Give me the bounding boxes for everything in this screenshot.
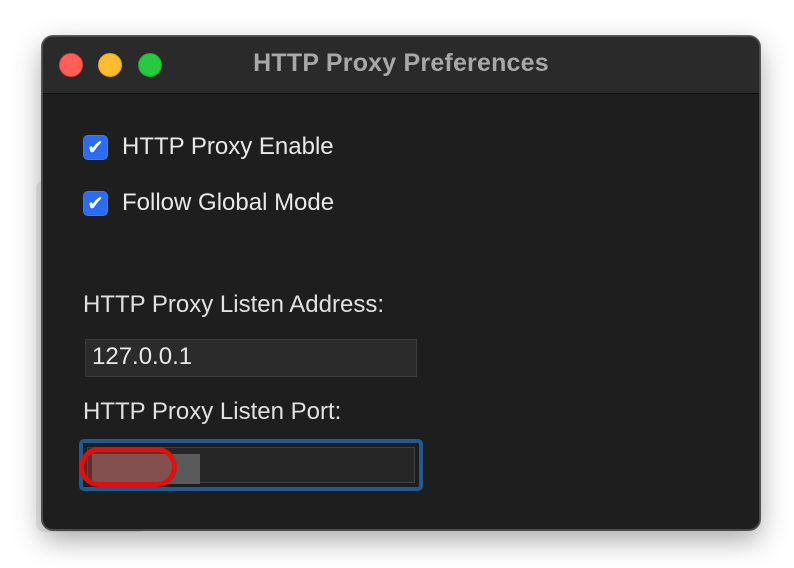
checkmark-icon: ✔ <box>87 191 104 215</box>
listen-address-field[interactable]: 127.0.0.1 <box>85 339 417 377</box>
follow-global-mode-label[interactable]: Follow Global Mode <box>122 189 334 217</box>
preferences-window: HTTP Proxy Preferences ✔ HTTP Proxy Enab… <box>42 36 760 530</box>
http-proxy-enable-checkbox[interactable]: ✔ <box>83 134 108 160</box>
follow-global-mode-checkbox[interactable]: ✔ <box>83 190 108 216</box>
listen-address-label: HTTP Proxy Listen Address: <box>83 291 385 318</box>
listen-port-label: HTTP Proxy Listen Port: <box>83 398 342 425</box>
window-title: HTTP Proxy Preferences <box>253 49 549 77</box>
checkmark-icon: ✔ <box>87 135 104 159</box>
follow-global-mode-row[interactable]: ✔ Follow Global Mode <box>83 189 334 217</box>
http-proxy-enable-row[interactable]: ✔ HTTP Proxy Enable <box>83 133 334 161</box>
title-bar: HTTP Proxy Preferences <box>43 37 759 94</box>
http-proxy-enable-label[interactable]: HTTP Proxy Enable <box>122 133 334 161</box>
redaction-annotation-circle <box>79 447 177 487</box>
